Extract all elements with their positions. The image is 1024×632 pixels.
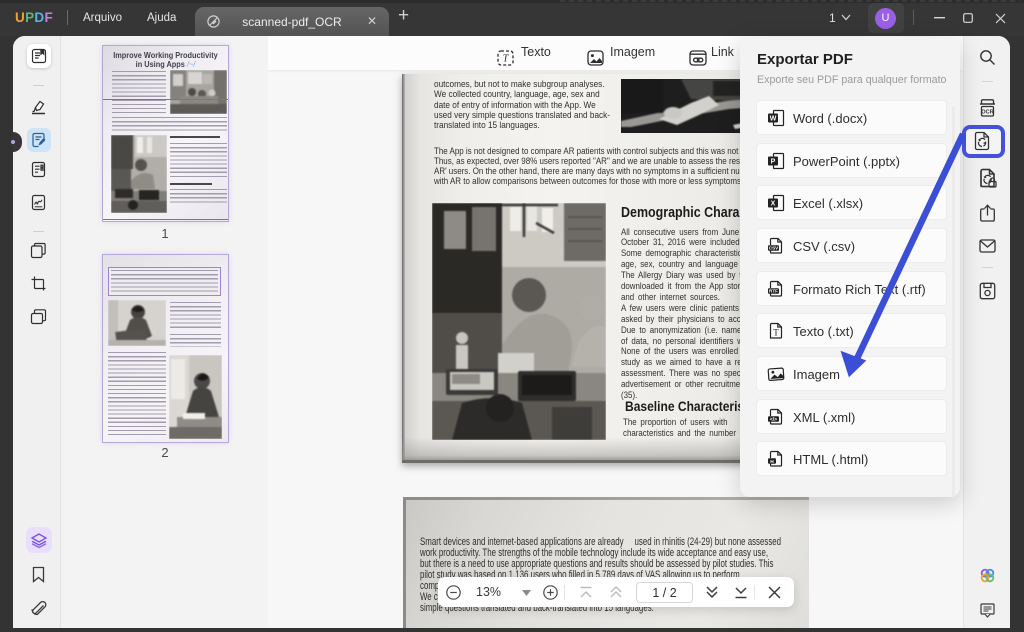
svg-text:</>: </> <box>770 417 777 423</box>
svg-text:CSV: CSV <box>769 246 779 251</box>
svg-text:OCR: OCR <box>981 110 993 116</box>
svg-text:T: T <box>773 328 779 338</box>
svg-text:RTF: RTF <box>769 289 778 294</box>
svg-text:X: X <box>771 201 776 208</box>
svg-text:T: T <box>503 54 510 65</box>
svg-text:H: H <box>770 459 774 465</box>
svg-text:W: W <box>770 116 777 123</box>
svg-text:P: P <box>771 159 776 166</box>
